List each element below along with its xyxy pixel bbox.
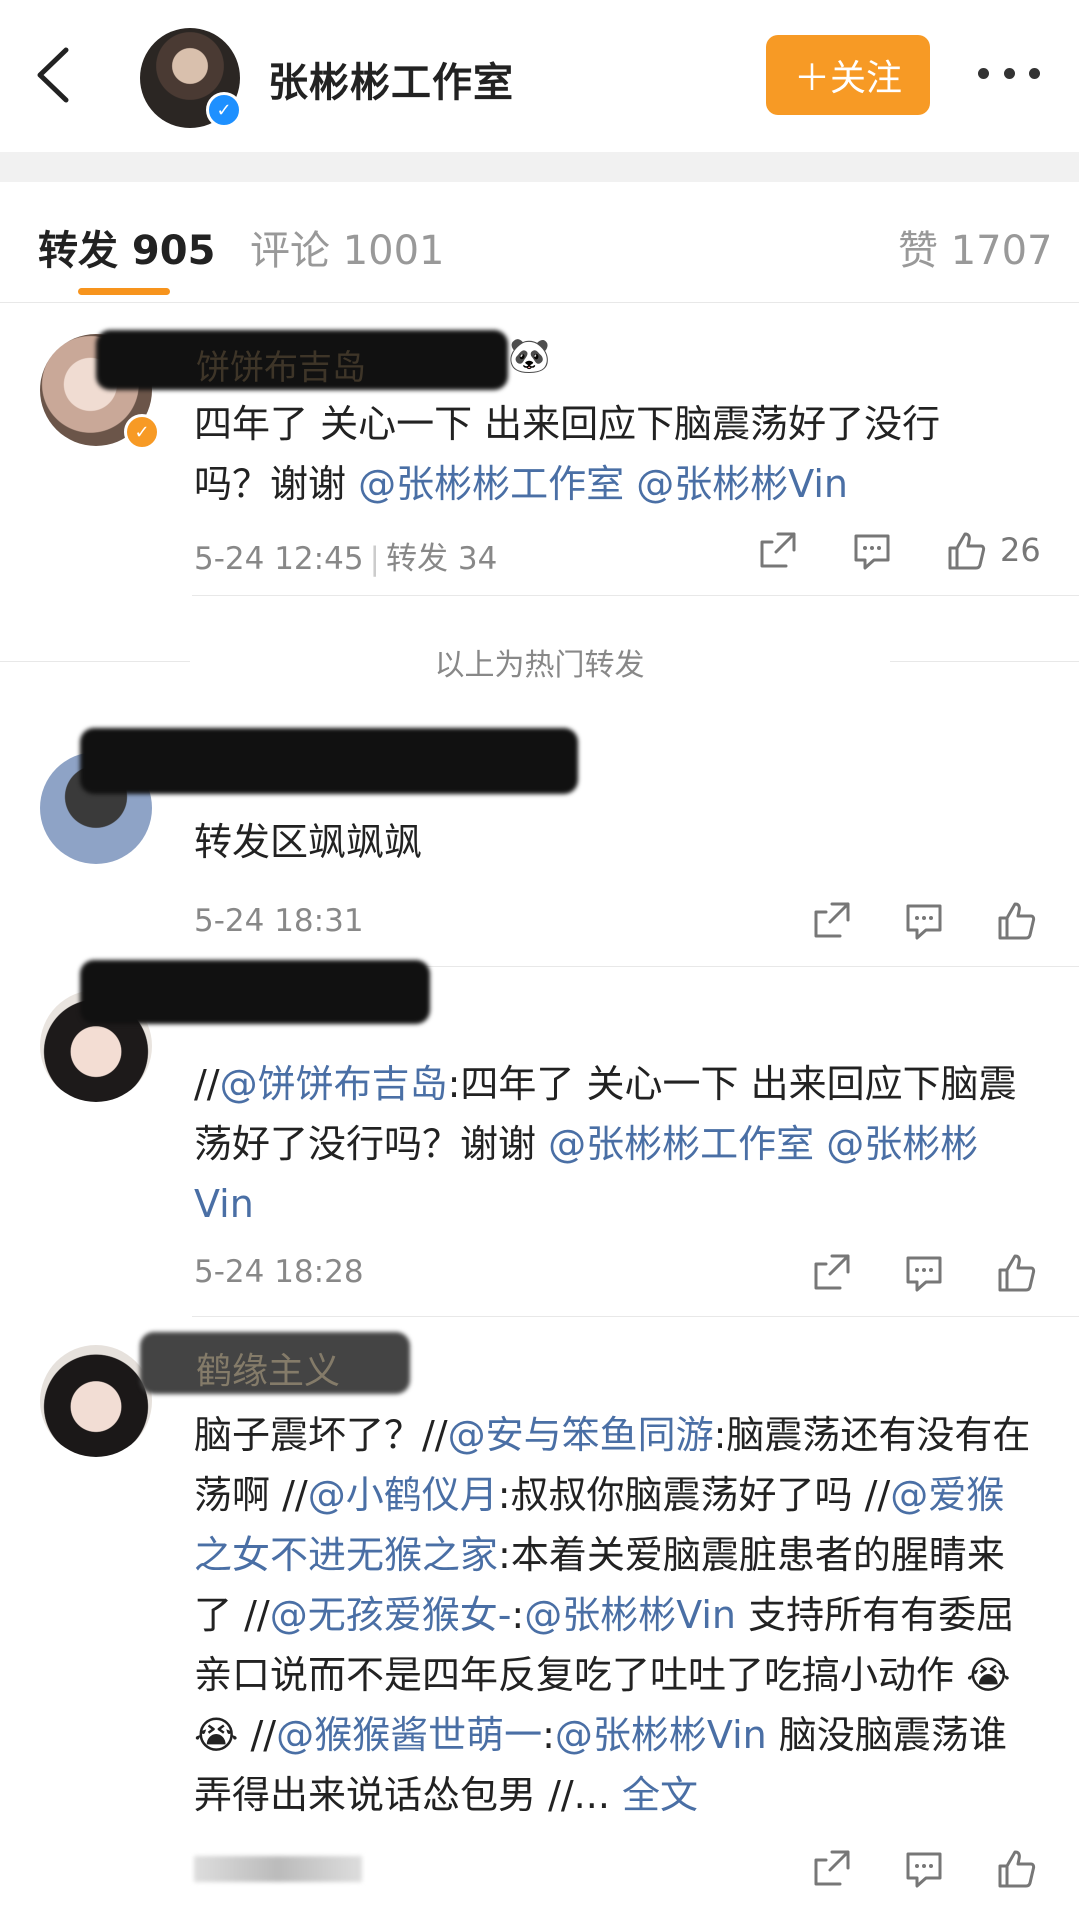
share-icon[interactable] [810,898,854,942]
post-text: :叔叔你脑震荡好了吗 // [497,1473,891,1517]
tab-comments[interactable]: 评论 1001 [250,218,445,276]
item-divider [192,1316,1079,1317]
mention-link[interactable]: @张彬彬Vin [524,1593,736,1637]
mention-link[interactable]: @安与笨鱼同游 [448,1413,714,1457]
post-text: 脑子震坏了？// [194,1413,448,1457]
username[interactable]: 鹤缘主义 [196,1342,340,1394]
post-body: 四年了 关心一下 出来回应下脑震荡好了没行吗？谢谢 @张彬彬工作室 @张彬彬Vi… [194,394,1014,514]
share-icon[interactable] [756,528,800,572]
hot-divider-line [890,661,1079,662]
item-divider [192,595,1079,596]
post-text: : [511,1593,525,1637]
full-text-link[interactable]: 全文 [622,1773,698,1817]
meta-separator: | [369,541,380,577]
comment-icon[interactable] [902,898,946,942]
crying-emoji-icon: 😭 [966,1653,1011,1697]
post-time: 5-24 18:28 [194,1254,364,1290]
mention-link[interactable]: @张彬彬工作室 [358,462,624,506]
mention-link[interactable]: @张彬彬工作室 [548,1122,814,1166]
like-icon[interactable] [994,1250,1038,1294]
mention-link[interactable]: @小鹤仪月 [308,1473,498,1517]
mention-link[interactable]: @张彬彬Vin [636,462,848,506]
follow-button[interactable]: ＋关注 [766,35,930,115]
active-tab-indicator [78,288,170,295]
hot-reposts-label: 以上为热门转发 [434,648,645,683]
crying-emoji-icon: 😭 [194,1713,239,1757]
post-meta: 5-24 12:45 | 转发 34 [194,533,497,578]
post-text: // [238,1713,277,1757]
tabs-divider [0,302,1079,303]
post-time: 5-24 12:45 [194,541,364,577]
tab-likes[interactable]: 赞 1707 [898,218,1053,276]
comment-icon[interactable] [902,1250,946,1294]
verified-icon: ✓ [206,92,242,128]
share-icon[interactable] [810,1846,854,1890]
section-divider [0,152,1079,182]
post-time: 5-24 18:31 [194,903,364,939]
redacted-time [194,1856,362,1882]
repost-count: 转发 34 [386,541,498,577]
like-icon[interactable] [994,1846,1038,1890]
mention-link[interactable]: @饼饼布吉岛 [220,1062,448,1106]
post-text: // [194,1062,220,1106]
mention-link[interactable]: @无孩爱猴女- [270,1593,512,1637]
panda-emoji-icon: 🐼 [508,336,551,376]
more-dots-icon[interactable] [978,60,1040,86]
post-body: //@饼饼布吉岛:四年了 关心一下 出来回应下脑震荡好了没行吗？谢谢 @张彬彬工… [194,1054,1024,1234]
page-title: 张彬彬工作室 [268,60,514,106]
back-arrow-icon[interactable] [28,44,78,106]
comment-icon[interactable] [850,528,894,572]
mention-link[interactable]: @张彬彬Vin [555,1713,767,1757]
like-icon[interactable] [994,898,1038,942]
tab-reposts[interactable]: 转发 905 [38,218,215,276]
redacted-username [80,728,578,794]
like-count: 26 [1000,531,1041,569]
redacted-username [80,960,430,1024]
mention-link[interactable]: @猴猴酱世萌一 [276,1713,542,1757]
share-icon[interactable] [810,1250,854,1294]
post-body: 转发区飒飒飒 [194,820,423,864]
post-text: : [542,1713,555,1757]
like-icon[interactable] [944,528,988,572]
comment-icon[interactable] [902,1846,946,1890]
username[interactable]: 饼饼布吉岛 [196,340,366,389]
avatar[interactable] [40,1345,152,1457]
verified-icon: ✓ [124,414,160,450]
post-body: 脑子震坏了？//@安与笨鱼同游:脑震荡还有没有在荡啊 //@小鹤仪月:叔叔你脑震… [194,1405,1039,1825]
